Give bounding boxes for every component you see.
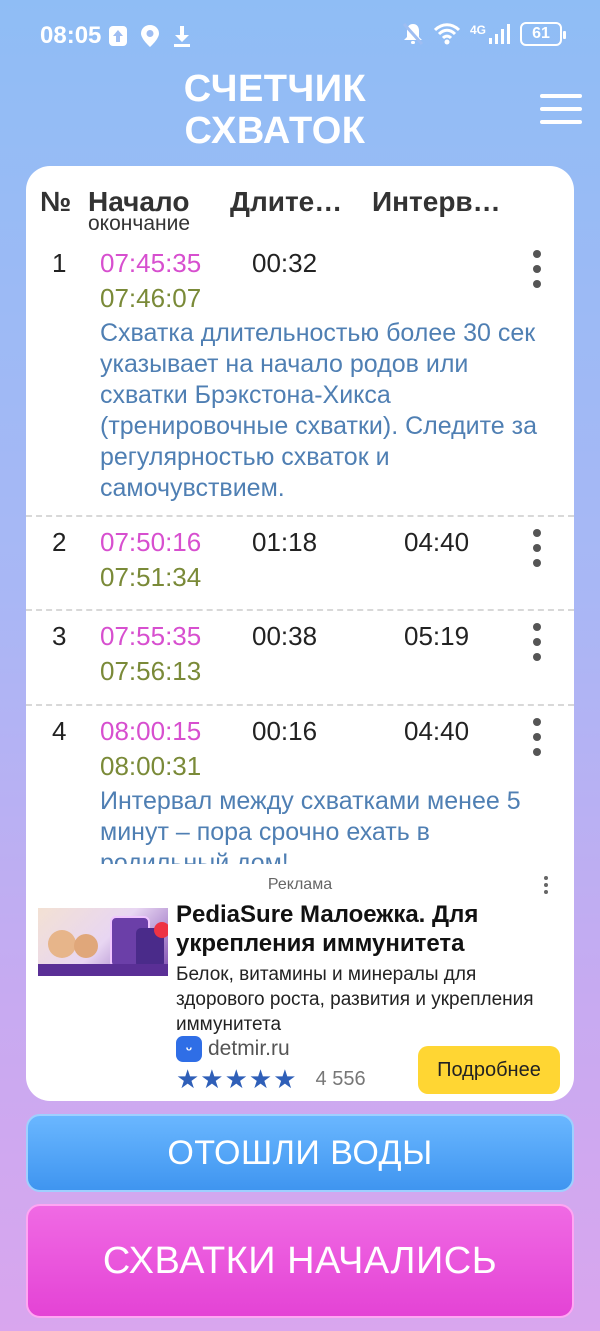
ad-menu-icon[interactable]: [544, 876, 550, 894]
download-icon: [174, 26, 190, 47]
column-header-duration: Длите…: [230, 186, 343, 217]
row-menu-icon[interactable]: [528, 718, 546, 756]
interval: 05:19: [404, 621, 470, 651]
end-time: 07:46:07: [100, 283, 202, 313]
row-note: Схватка длительностью более 30 сек указы…: [100, 319, 538, 502]
ad-title[interactable]: PediaSure Малоежка. Для укрепления иммун…: [176, 900, 556, 958]
table-row: 2 07:50:16 07:51:34 01:18 04:40: [26, 517, 574, 611]
row-note: Интервал между схватками менее 5 минут –…: [100, 787, 521, 864]
end-time: 07:51:34: [100, 562, 202, 592]
table-row: 3 07:55:35 07:56:13 00:38 05:19: [26, 611, 574, 706]
start-time: 07:55:35: [100, 621, 202, 651]
status-right-icons: 4G 61: [402, 22, 566, 46]
signal-icon: [489, 24, 510, 44]
row-number: 1: [52, 248, 67, 278]
column-header-end: окончание: [88, 212, 191, 235]
start-time: 07:50:16: [100, 527, 202, 557]
contractions-card: № Начало окончание Длите… Интерв… 1 07:4…: [26, 166, 574, 1101]
duration: 01:18: [252, 527, 318, 557]
duration: 00:16: [252, 716, 318, 746]
table-row: 1 07:45:35 07:46:07 00:32 Схватка длител…: [26, 238, 574, 517]
status-left-icons: [108, 24, 192, 48]
advertiser-logo-icon: ᵕ: [176, 1036, 202, 1062]
wifi-icon: [433, 23, 460, 45]
ad-domain-row: ᵕ detmir.ru: [176, 1036, 290, 1062]
status-bar: 08:05 4G 61: [0, 0, 600, 72]
row-number: 2: [52, 527, 67, 557]
row-menu-icon[interactable]: [528, 250, 546, 288]
mute-bell-icon: [402, 22, 424, 46]
hamburger-menu-icon[interactable]: [540, 94, 582, 124]
row-menu-icon[interactable]: [528, 623, 546, 661]
row-number: 4: [52, 716, 67, 746]
ad-domain: detmir.ru: [208, 1037, 290, 1060]
contractions-list[interactable]: 1 07:45:35 07:46:07 00:32 Схватка длител…: [26, 238, 574, 864]
end-time: 08:00:31: [100, 751, 202, 781]
start-time: 07:45:35: [100, 248, 202, 278]
location-icon: [141, 25, 159, 47]
end-time: 07:56:13: [100, 656, 202, 686]
row-menu-icon[interactable]: [528, 529, 546, 567]
row-number: 3: [52, 621, 67, 651]
start-time: 08:00:15: [100, 716, 202, 746]
status-time: 08:05: [40, 22, 102, 49]
duration: 00:32: [252, 248, 318, 278]
upload-notification-icon: [109, 26, 127, 46]
star-rating-icon: ★★★★★: [176, 1064, 298, 1094]
waters-broke-button[interactable]: ОТОШЛИ ВОДЫ: [26, 1114, 574, 1192]
contractions-started-button[interactable]: СХВАТКИ НАЧАЛИСЬ: [26, 1204, 574, 1318]
ad-banner[interactable]: Реклама PediaSure Малоежка. Для укреплен…: [26, 864, 574, 1101]
ad-rating: ★★★★★ 4 556: [176, 1066, 366, 1092]
table-row: 4 08:00:15 08:00:31 00:16 04:40 Интервал…: [26, 706, 574, 864]
ad-description: Белок, витамины и минералы для здорового…: [176, 964, 534, 1035]
duration: 00:38: [252, 621, 318, 651]
network-type-label: 4G: [469, 23, 486, 37]
interval: 04:40: [404, 527, 470, 557]
battery-icon: 61: [520, 22, 566, 46]
ad-review-count: 4 556: [315, 1067, 366, 1090]
app-title: СЧЕТЧИК СХВАТОК: [183, 68, 367, 152]
ad-more-button[interactable]: Подробнее: [418, 1046, 560, 1094]
ad-label: Реклама: [267, 876, 333, 893]
battery-level: 61: [532, 25, 550, 42]
column-header-interval: Интерв…: [372, 186, 501, 217]
table-header: № Начало окончание Длите… Интерв…: [26, 166, 574, 238]
interval: 04:40: [404, 716, 470, 746]
column-header-number: №: [40, 186, 72, 217]
ad-product-image[interactable]: [38, 908, 168, 976]
